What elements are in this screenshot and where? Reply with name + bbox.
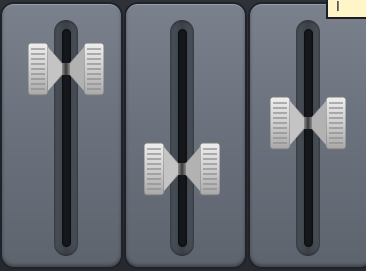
channel-strip-1 — [2, 4, 121, 267]
channel-strip-2 — [126, 4, 245, 267]
fader-knob-1[interactable] — [28, 41, 104, 97]
tooltip-text: I — [336, 0, 340, 15]
fader-groove-2 — [177, 29, 187, 247]
fader-track-2[interactable] — [170, 20, 194, 256]
channel-strip-3 — [250, 4, 366, 267]
fader-knob-3[interactable] — [270, 95, 346, 151]
tooltip: I — [326, 0, 366, 19]
fader-knob-2[interactable] — [144, 141, 220, 197]
mixer-panel: I — [0, 0, 366, 271]
